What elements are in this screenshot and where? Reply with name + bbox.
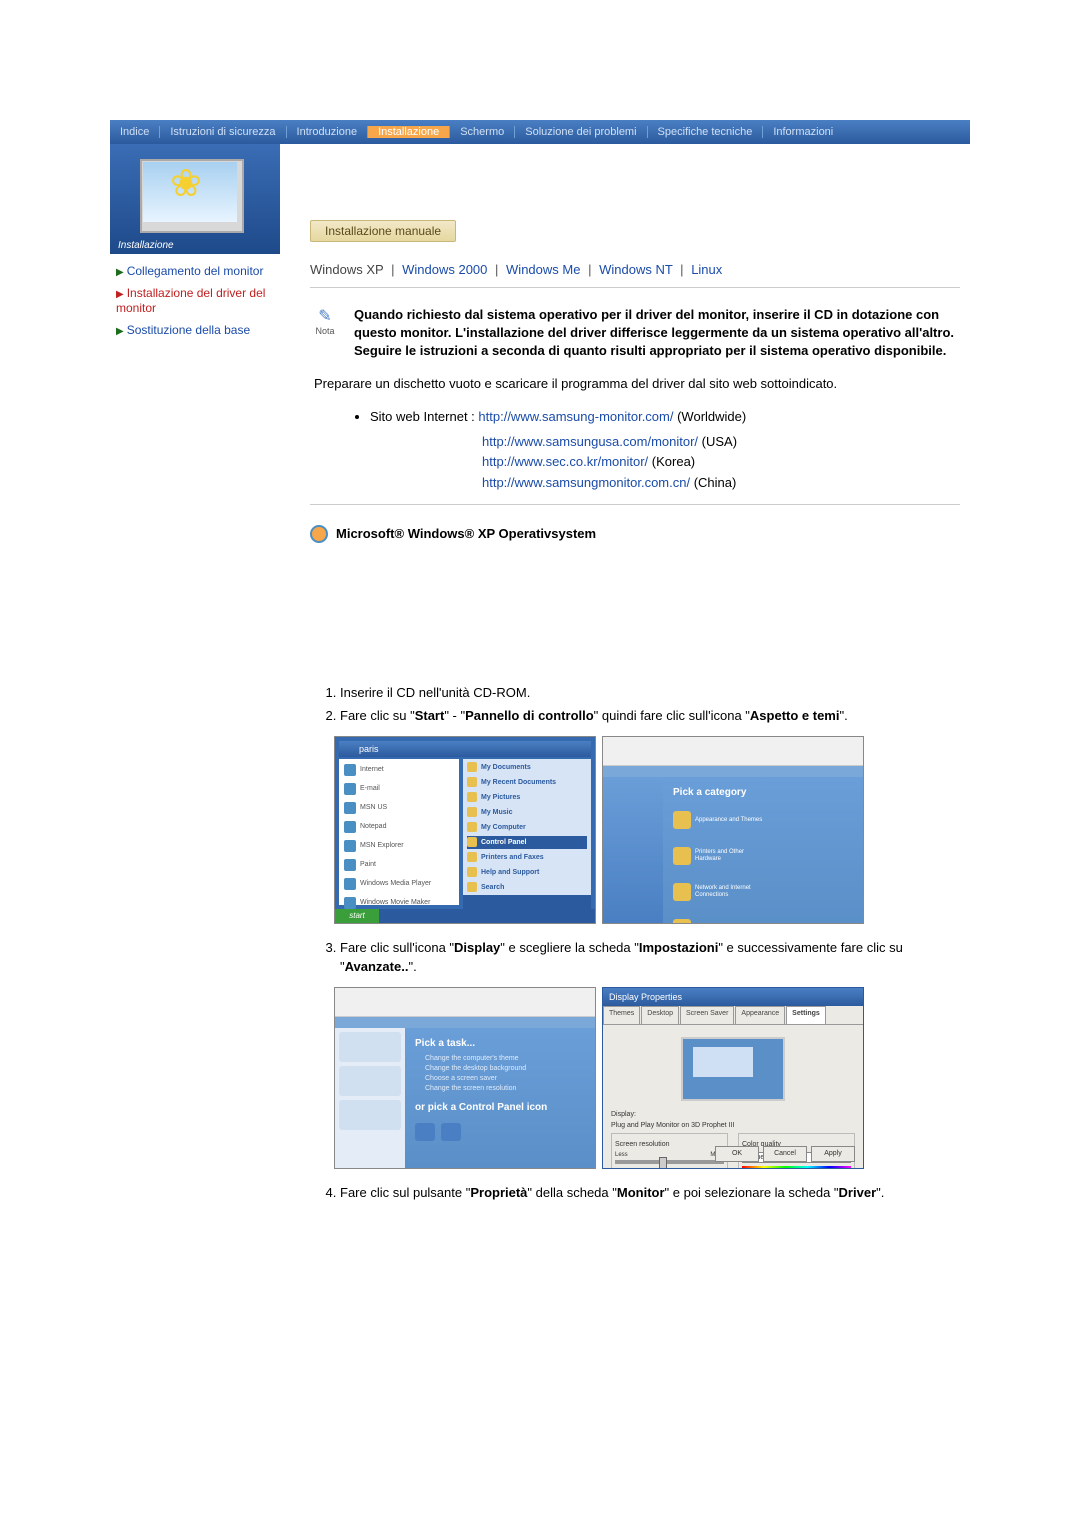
bullet-icon	[310, 525, 328, 543]
sidebar-link-installazione-driver[interactable]: ▶Installazione del driver del monitor	[116, 286, 274, 317]
link-samsung-monitor[interactable]: http://www.samsung-monitor.com/	[478, 409, 673, 424]
sidebar-hero-image: Installazione	[110, 144, 280, 254]
os-link-linux[interactable]: Linux	[691, 262, 722, 277]
nav-informazioni[interactable]: Informazioni	[763, 126, 843, 138]
step-1: Inserire il CD nell'unità CD-ROM.	[340, 683, 960, 703]
step-3: Fare clic sull'icona "Display" e sceglie…	[340, 938, 960, 977]
os-link-xp[interactable]: Windows XP	[310, 262, 383, 277]
link-samsungmonitor-cn[interactable]: http://www.samsungmonitor.com.cn/	[482, 475, 690, 490]
arrow-icon: ▶	[116, 289, 124, 300]
screenshot-control-panel: Pick a category Appearance and Themes Pr…	[602, 736, 864, 924]
screenshot-display-properties: Display Properties Themes Desktop Screen…	[602, 987, 864, 1169]
top-nav: Indice Istruzioni di sicurezza Introduzi…	[110, 120, 970, 144]
nav-schermo[interactable]: Schermo	[450, 126, 515, 138]
os-link-2000[interactable]: Windows 2000	[402, 262, 487, 277]
step-4: Fare clic sul pulsante "Proprietà" della…	[340, 1183, 960, 1203]
screenshot-start-menu: paris Internet E-mail MSN US Notepad MSN…	[334, 736, 596, 924]
prepare-text: Preparare un dischetto vuoto e scaricare…	[314, 375, 960, 393]
sidebar-link-collegamento[interactable]: ▶Collegamento del monitor	[116, 264, 274, 280]
note-text: Quando richiesto dal sistema operativo p…	[354, 306, 960, 361]
step-2: Fare clic su "Start" - "Pannello di cont…	[340, 706, 960, 726]
divider	[310, 504, 960, 505]
os-heading-xp: Microsoft® Windows® XP Operativsystem	[310, 525, 960, 543]
nota-icon: ✎Nota	[310, 306, 340, 336]
os-link-nt[interactable]: Windows NT	[599, 262, 672, 277]
nav-soluzione[interactable]: Soluzione dei problemi	[515, 126, 647, 138]
section-tab-manual-install: Installazione manuale	[310, 220, 456, 242]
sidebar: Installazione ▶Collegamento del monitor …	[110, 144, 280, 1206]
nav-specifiche[interactable]: Specifiche tecniche	[648, 126, 764, 138]
nav-introduzione[interactable]: Introduzione	[287, 126, 369, 138]
nav-istruzioni[interactable]: Istruzioni di sicurezza	[160, 126, 286, 138]
sidebar-link-sostituzione[interactable]: ▶Sostituzione della base	[116, 323, 274, 339]
site-list-item: Sito web Internet : http://www.samsung-m…	[370, 407, 960, 428]
os-link-row: Windows XP | Windows 2000 | Windows Me |…	[310, 262, 960, 277]
sidebar-hero-caption: Installazione	[118, 240, 174, 251]
link-samsungusa[interactable]: http://www.samsungusa.com/monitor/	[482, 434, 698, 449]
nav-indice[interactable]: Indice	[110, 126, 160, 138]
link-sec-kr[interactable]: http://www.sec.co.kr/monitor/	[482, 454, 648, 469]
arrow-icon: ▶	[116, 326, 124, 337]
main-content: Installazione manuale Windows XP | Windo…	[280, 144, 970, 1206]
screenshot-appearance-themes: Pick a task... Change the computer's the…	[334, 987, 596, 1169]
nav-installazione[interactable]: Installazione	[368, 126, 450, 138]
divider	[310, 287, 960, 288]
os-link-me[interactable]: Windows Me	[506, 262, 580, 277]
arrow-icon: ▶	[116, 267, 124, 278]
